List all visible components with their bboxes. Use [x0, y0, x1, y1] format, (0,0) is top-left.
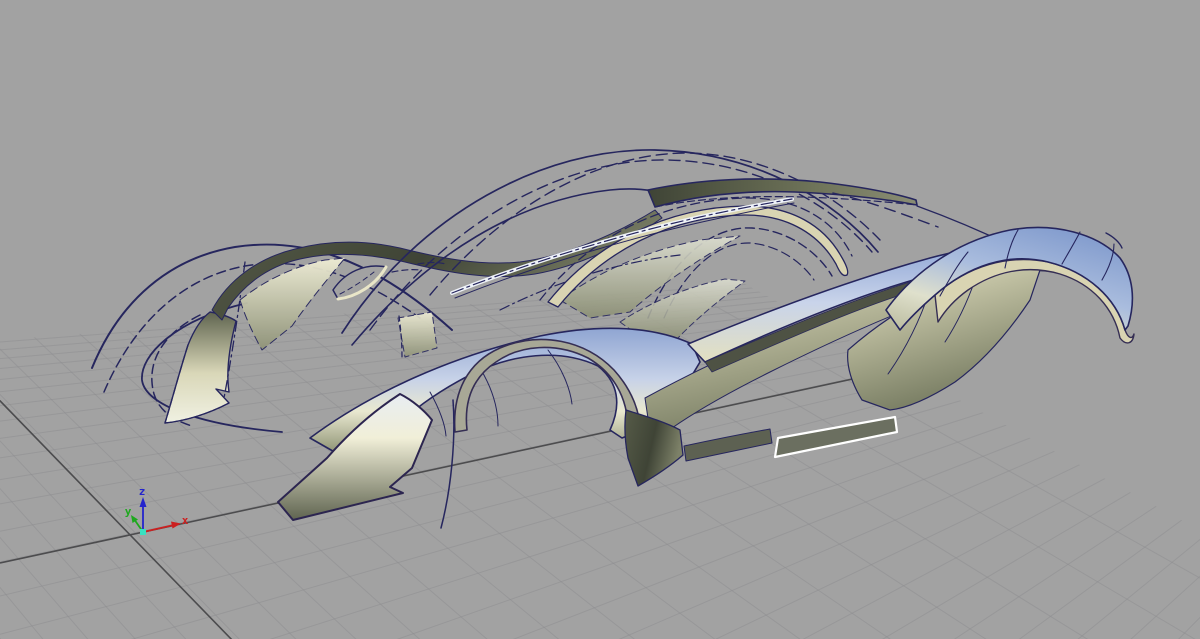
- viewport-background: [0, 0, 1200, 639]
- viewport-canvas[interactable]: z y x: [0, 0, 1200, 639]
- cad-viewport[interactable]: z y x: [0, 0, 1200, 639]
- axis-z-label: z: [139, 485, 146, 498]
- axis-y-label: y: [125, 505, 132, 518]
- axis-x-label: x: [182, 514, 189, 527]
- origin-marker: [140, 529, 146, 535]
